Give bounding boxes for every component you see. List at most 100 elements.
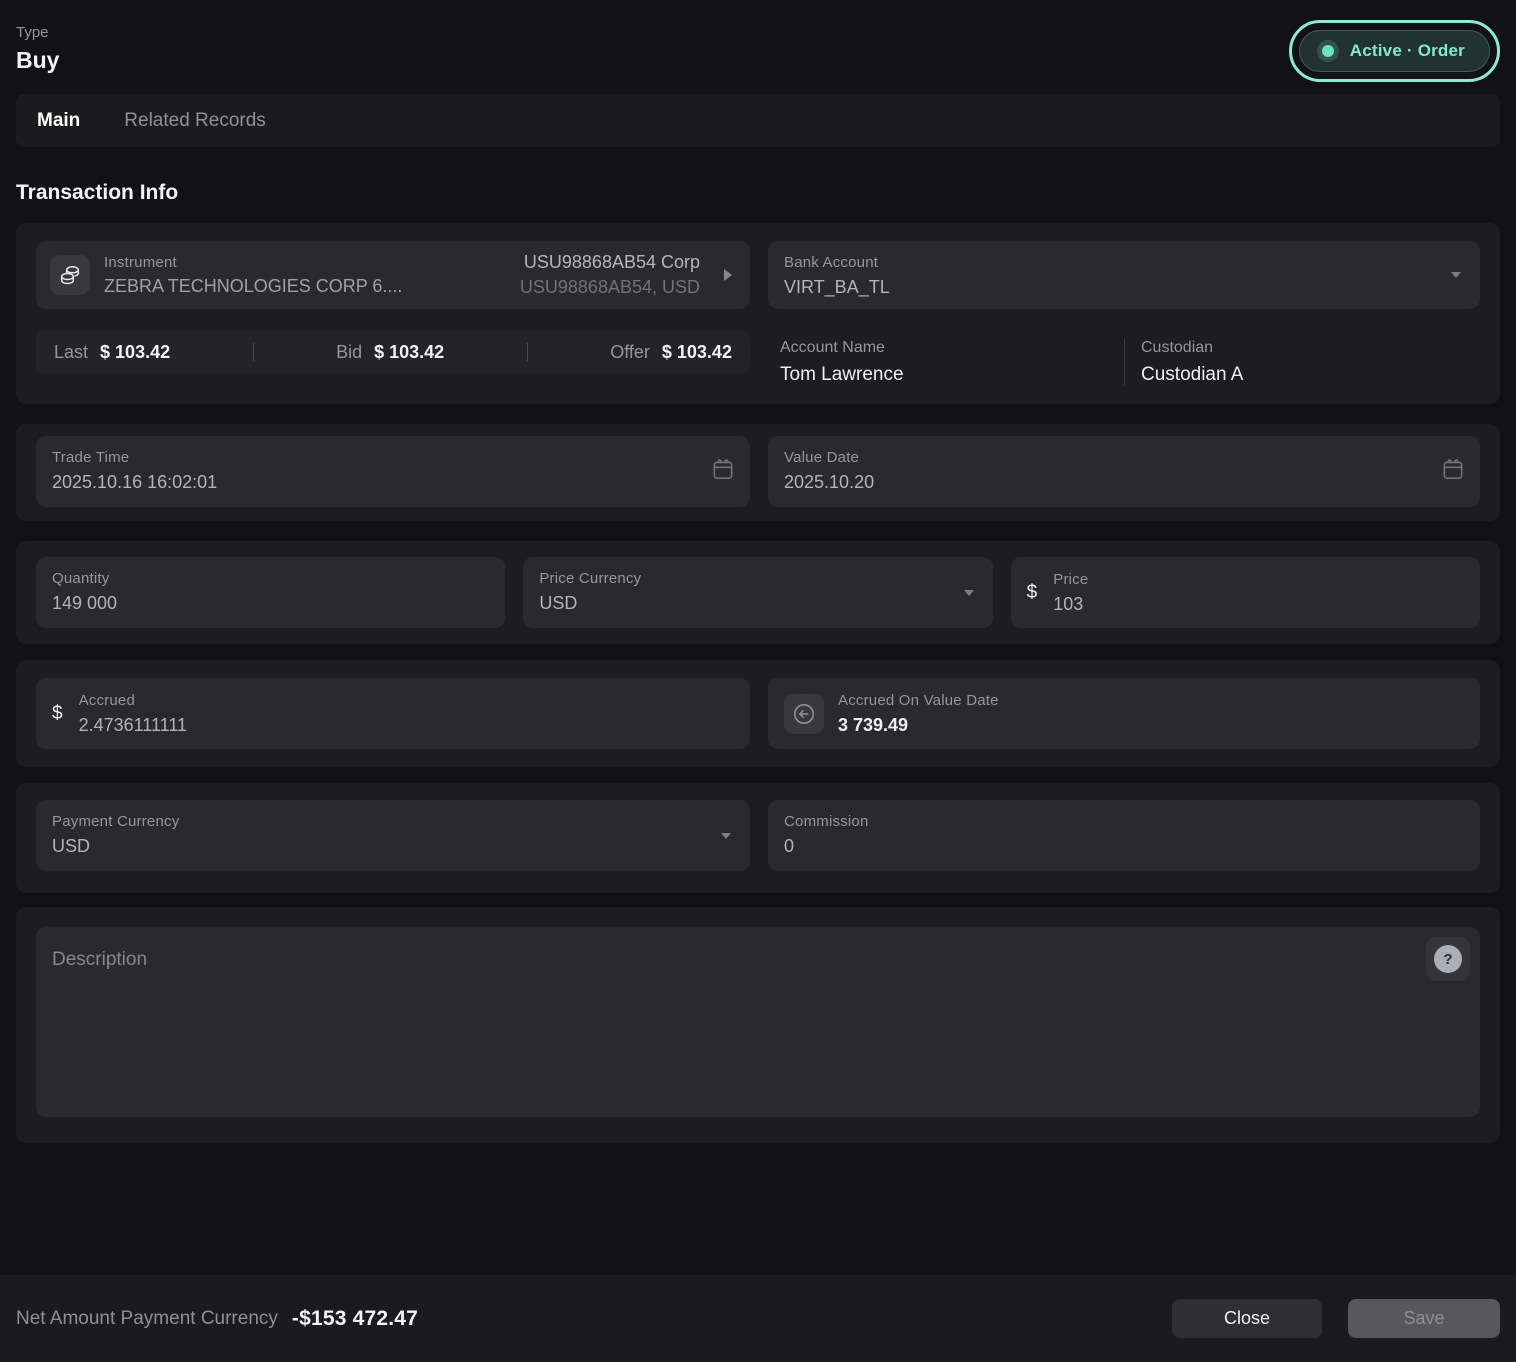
trade-time-field[interactable]: Trade Time 2025.10.16 16:02:01: [36, 436, 750, 507]
bank-account-label: Bank Account: [784, 254, 1464, 271]
order-dialog: Type Buy Active · Order Main Related Rec…: [0, 0, 1516, 1362]
instrument-code: USU98868AB54 Corp: [520, 252, 700, 273]
status-dot-icon: [1322, 45, 1334, 57]
description-panel: Description ?: [16, 907, 1500, 1143]
commission-field[interactable]: Commission 0: [768, 800, 1480, 871]
price-value: 103: [1053, 594, 1088, 615]
accrued-on-value-date-field: Accrued On Value Date 3 739.49: [768, 678, 1480, 749]
custodian-value: Custodian A: [1141, 364, 1480, 386]
price-currency-select[interactable]: Price Currency USD: [523, 557, 992, 628]
account-name-label: Account Name: [780, 339, 1124, 357]
quote-last-value: $ 103.42: [100, 342, 170, 363]
price-currency-value: USD: [539, 593, 976, 614]
price-currency-label: Price Currency: [539, 570, 976, 587]
dollar-icon: $: [1027, 582, 1038, 604]
quantity-label: Quantity: [52, 570, 489, 587]
quantity-price-panel: Quantity 149 000 Price Currency USD $ Pr…: [16, 541, 1500, 644]
calendar-icon[interactable]: [710, 456, 736, 487]
chevron-right-icon[interactable]: [724, 269, 732, 281]
accrued-panel: $ Accrued 2.4736111111 Accrued On Value …: [16, 660, 1500, 767]
close-button[interactable]: Close: [1172, 1299, 1322, 1338]
help-button[interactable]: ?: [1426, 937, 1470, 981]
custodian-block: Custodian Custodian A: [1124, 339, 1480, 386]
form-content: Instrument ZEBRA TECHNOLOGIES CORP 6....…: [16, 223, 1500, 1143]
trade-time-label: Trade Time: [52, 449, 734, 466]
value-date-value: 2025.10.20: [784, 472, 1464, 493]
quote-last: Last $ 103.42: [54, 342, 170, 363]
quantity-value: 149 000: [52, 593, 489, 614]
accrued-label: Accrued: [79, 692, 187, 709]
account-info-row: Account Name Tom Lawrence Custodian Cust…: [768, 339, 1480, 386]
quote-offer-value: $ 103.42: [662, 342, 732, 363]
section-title: Transaction Info: [16, 181, 1500, 205]
question-icon: ?: [1434, 945, 1462, 973]
status-label: Active · Order: [1350, 41, 1465, 61]
quote-divider: [527, 343, 528, 361]
description-textarea[interactable]: Description ?: [36, 927, 1480, 1117]
custodian-label: Custodian: [1141, 339, 1480, 357]
quotes-bar: Last $ 103.42 Bid $ 103.42 Offer $ 103.4…: [36, 331, 750, 373]
price-label: Price: [1053, 571, 1088, 588]
type-label: Type: [16, 24, 59, 41]
price-text: Price 103: [1053, 571, 1088, 615]
save-button[interactable]: Save: [1348, 1299, 1500, 1338]
payment-currency-select[interactable]: Payment Currency USD: [36, 800, 750, 871]
instrument-name: ZEBRA TECHNOLOGIES CORP 6....: [104, 276, 402, 297]
tab-bar: Main Related Records: [16, 94, 1500, 147]
quote-last-label: Last: [54, 342, 88, 363]
instrument-label: Instrument: [104, 254, 402, 271]
quote-offer-label: Offer: [610, 342, 650, 363]
tab-main[interactable]: Main: [37, 110, 80, 132]
accrued-value: 2.4736111111: [79, 715, 187, 736]
quantity-field[interactable]: Quantity 149 000: [36, 557, 505, 628]
bank-account-value: VIRT_BA_TL: [784, 277, 1464, 298]
tab-related-records[interactable]: Related Records: [124, 110, 266, 132]
accrued-on-value-date-value: 3 739.49: [838, 715, 999, 736]
caret-down-icon: [963, 584, 975, 602]
payment-panel: Payment Currency USD Commission 0: [16, 783, 1500, 893]
apply-accrued-button[interactable]: [784, 694, 824, 734]
quote-bid-value: $ 103.42: [374, 342, 444, 363]
price-field[interactable]: $ Price 103: [1011, 557, 1480, 628]
instrument-column: Instrument ZEBRA TECHNOLOGIES CORP 6....…: [36, 241, 750, 386]
calendar-icon[interactable]: [1440, 456, 1466, 487]
quote-bid: Bid $ 103.42: [336, 342, 444, 363]
net-amount-label: Net Amount Payment Currency: [16, 1308, 278, 1330]
header: Type Buy Active · Order: [0, 0, 1516, 82]
coins-icon: [50, 255, 90, 295]
payment-currency-label: Payment Currency: [52, 813, 734, 830]
accrued-text: Accrued 2.4736111111: [79, 692, 187, 736]
instrument-code-sub: USU98868AB54, USD: [520, 277, 700, 298]
type-block: Type Buy: [16, 24, 59, 74]
instrument-text: Instrument ZEBRA TECHNOLOGIES CORP 6....: [104, 254, 402, 297]
footer-bar: Net Amount Payment Currency -$153 472.47…: [0, 1275, 1516, 1362]
commission-value: 0: [784, 836, 1464, 857]
quote-divider: [253, 343, 254, 361]
account-name-value: Tom Lawrence: [780, 364, 1124, 386]
trade-time-value: 2025.10.16 16:02:01: [52, 472, 734, 493]
instrument-panel: Instrument ZEBRA TECHNOLOGIES CORP 6....…: [16, 223, 1500, 404]
bank-account-select[interactable]: Bank Account VIRT_BA_TL: [768, 241, 1480, 309]
dates-panel: Trade Time 2025.10.16 16:02:01 Value Dat…: [16, 424, 1500, 521]
instrument-field[interactable]: Instrument ZEBRA TECHNOLOGIES CORP 6....…: [36, 241, 750, 309]
description-placeholder: Description: [52, 949, 147, 970]
net-amount-value: -$153 472.47: [292, 1307, 418, 1331]
status-badge[interactable]: Active · Order: [1289, 20, 1500, 82]
accrued-field[interactable]: $ Accrued 2.4736111111: [36, 678, 750, 749]
value-date-field[interactable]: Value Date 2025.10.20: [768, 436, 1480, 507]
quote-offer: Offer $ 103.42: [610, 342, 732, 363]
value-date-label: Value Date: [784, 449, 1464, 466]
accrued-on-value-date-text: Accrued On Value Date 3 739.49: [838, 692, 999, 736]
payment-currency-value: USD: [52, 836, 734, 857]
instrument-identifier: USU98868AB54 Corp USU98868AB54, USD: [520, 252, 700, 298]
caret-down-icon: [720, 827, 732, 845]
commission-label: Commission: [784, 813, 1464, 830]
caret-down-icon: [1450, 266, 1462, 284]
accrued-on-value-date-label: Accrued On Value Date: [838, 692, 999, 709]
status-badge-pill: Active · Order: [1299, 30, 1490, 72]
bank-column: Bank Account VIRT_BA_TL Account Name Tom…: [768, 241, 1480, 386]
type-value: Buy: [16, 47, 59, 74]
footer-buttons: Close Save: [1172, 1299, 1500, 1338]
account-name-block: Account Name Tom Lawrence: [768, 339, 1124, 386]
dollar-icon: $: [52, 703, 63, 725]
